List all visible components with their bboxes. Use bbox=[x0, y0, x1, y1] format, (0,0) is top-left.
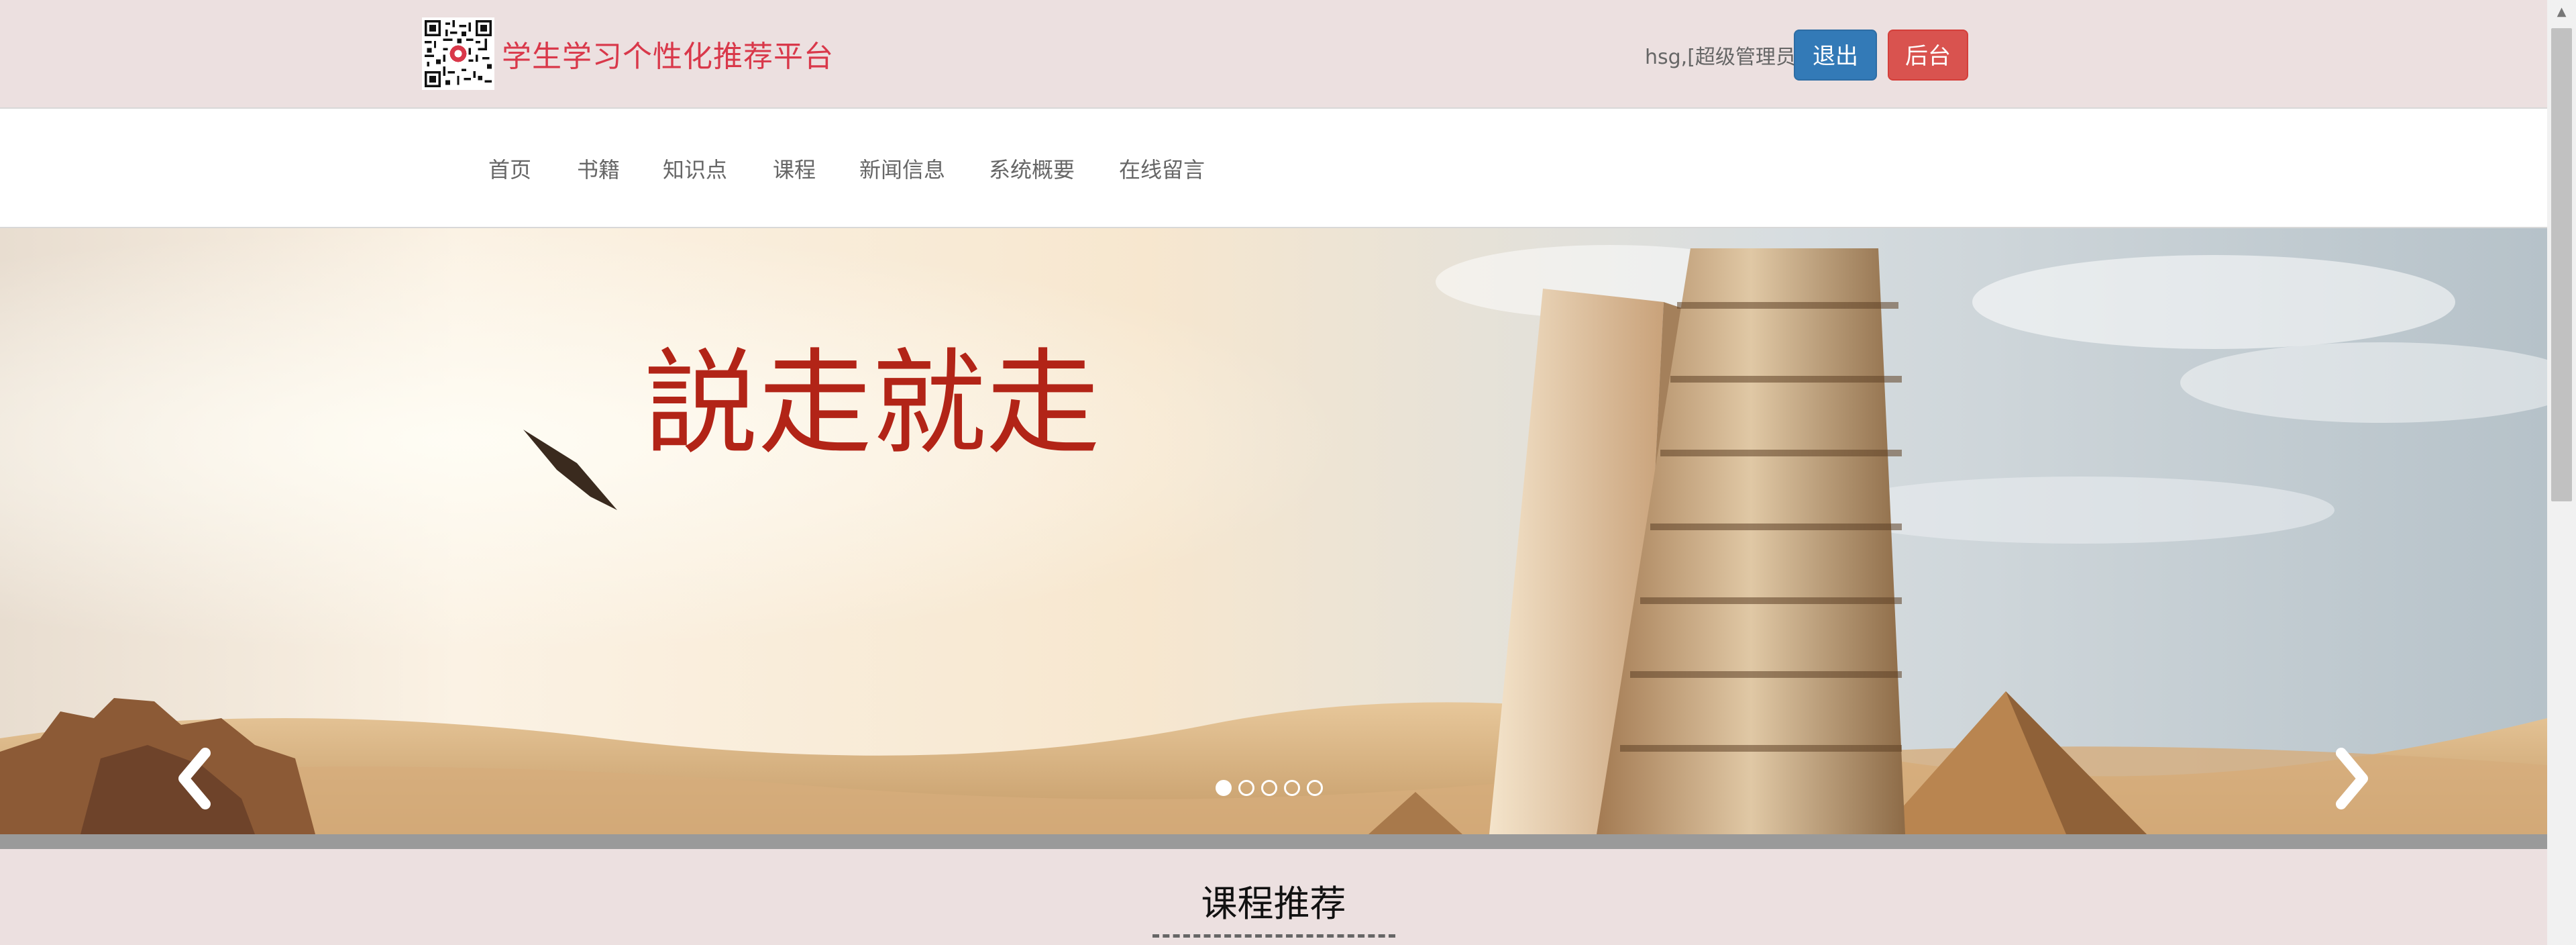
carousel-prev-button[interactable] bbox=[168, 745, 221, 812]
carousel-next-button[interactable] bbox=[2325, 745, 2379, 812]
logout-button[interactable]: 退出 bbox=[1794, 30, 1877, 81]
divider-strip bbox=[0, 834, 2547, 849]
banner-calligraphy: 説走就走 bbox=[644, 338, 1100, 470]
banner-image: 説走就走 bbox=[0, 228, 2547, 834]
nav-item-books[interactable]: 书籍 bbox=[577, 153, 620, 184]
chevron-right-icon bbox=[2336, 748, 2368, 809]
nav-item-messages[interactable]: 在线留言 bbox=[1119, 153, 1205, 184]
scrollbar-thumb[interactable] bbox=[2551, 28, 2572, 501]
carousel-dot[interactable] bbox=[1284, 780, 1300, 796]
nav-item-home[interactable]: 首页 bbox=[488, 153, 531, 184]
carousel-dot[interactable] bbox=[1307, 780, 1323, 796]
page-scrollbar[interactable]: ▲ bbox=[2547, 0, 2576, 945]
main-nav: 首页 书籍 知识点 课程 新闻信息 系统概要 在线留言 bbox=[0, 107, 2547, 228]
nav-item-news[interactable]: 新闻信息 bbox=[859, 153, 945, 184]
top-header: 学生学习个性化推荐平台 hsg,[超级管理员] 退出 后台 bbox=[0, 0, 2547, 107]
nav-item-knowledge[interactable]: 知识点 bbox=[663, 153, 727, 184]
section-title: 课程推荐 bbox=[1201, 883, 1346, 925]
chevron-left-icon bbox=[178, 748, 211, 809]
carousel-dot[interactable] bbox=[1238, 780, 1254, 796]
nav-item-system[interactable]: 系统概要 bbox=[989, 153, 1075, 184]
carousel-indicators bbox=[1216, 780, 1323, 799]
qr-code-icon bbox=[422, 17, 494, 90]
banner-carousel[interactable]: 説走就走 bbox=[0, 228, 2547, 834]
carousel-dot[interactable] bbox=[1216, 780, 1232, 796]
nav-item-courses[interactable]: 课程 bbox=[773, 153, 816, 184]
carousel-dot[interactable] bbox=[1261, 780, 1277, 796]
site-title[interactable]: 学生学习个性化推荐平台 bbox=[502, 32, 834, 75]
section-underline bbox=[1152, 934, 1395, 938]
admin-button[interactable]: 后台 bbox=[1888, 30, 1968, 81]
scroll-up-icon[interactable]: ▲ bbox=[2547, 0, 2576, 24]
user-info: hsg,[超级管理员] bbox=[1645, 46, 1804, 69]
